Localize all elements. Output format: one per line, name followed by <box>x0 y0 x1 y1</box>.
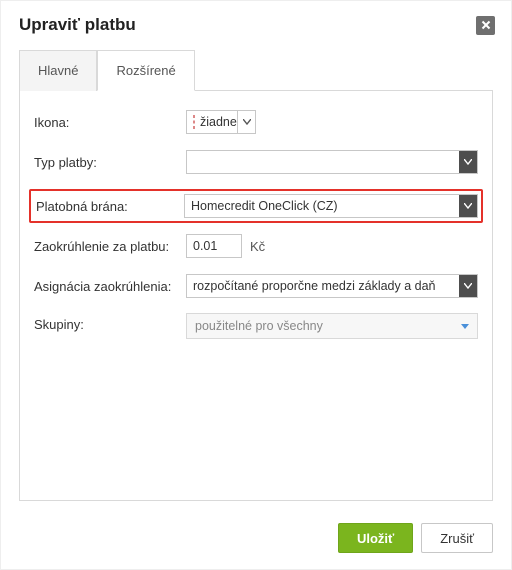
select-rounding-assign-value: rozpočítané proporčne medzi základy a da… <box>187 275 459 297</box>
close-button[interactable] <box>476 16 495 35</box>
chevron-down-icon <box>237 111 255 133</box>
label-groups: Skupiny: <box>34 313 186 332</box>
save-button[interactable]: Uložiť <box>338 523 413 553</box>
tabs: Hlavné Rozšírené <box>19 49 493 91</box>
select-payment-gateway-value: Homecredit OneClick (CZ) <box>185 195 459 217</box>
edit-payment-dialog: Upraviť platbu Hlavné Rozšírené Ikona: ž… <box>0 0 512 570</box>
highlight-payment-gateway: Platobná brána: Homecredit OneClick (CZ) <box>29 189 483 223</box>
tab-extended[interactable]: Rozšírené <box>97 50 194 91</box>
close-icon <box>481 20 491 30</box>
label-payment-type: Typ platby: <box>34 155 186 170</box>
select-icon-value: žiadne <box>187 111 237 133</box>
select-icon[interactable]: žiadne <box>186 110 256 134</box>
label-rounding-assign: Asignácia zaokrúhlenia: <box>34 279 186 294</box>
tab-main[interactable]: Hlavné <box>19 50 97 91</box>
row-icon: Ikona: žiadne <box>34 109 478 135</box>
select-groups-placeholder: použitelné pro všechny <box>195 319 323 333</box>
dialog-footer: Uložiť Zrušiť <box>1 511 511 569</box>
row-rounding-assign: Asignácia zaokrúhlenia: rozpočítané prop… <box>34 273 478 299</box>
dialog-title: Upraviť platbu <box>19 15 136 35</box>
rounding-unit: Kč <box>250 239 265 254</box>
select-payment-type[interactable] <box>186 150 478 174</box>
chevron-down-icon <box>459 195 477 217</box>
select-groups[interactable]: použitelné pro všechny <box>186 313 478 339</box>
cancel-button[interactable]: Zrušiť <box>421 523 493 553</box>
input-rounding[interactable] <box>186 234 242 258</box>
label-rounding: Zaokrúhlenie za platbu: <box>34 239 186 254</box>
row-payment-gateway: Platobná brána: Homecredit OneClick (CZ) <box>34 193 478 219</box>
form-extended: Ikona: žiadne Typ platby: <box>19 91 493 501</box>
select-rounding-assign[interactable]: rozpočítané proporčne medzi základy a da… <box>186 274 478 298</box>
row-groups: Skupiny: použitelné pro všechny <box>34 313 478 339</box>
row-rounding: Zaokrúhlenie za platbu: Kč <box>34 233 478 259</box>
label-payment-gateway: Platobná brána: <box>34 199 184 214</box>
dialog-body: Hlavné Rozšírené Ikona: žiadne Typ platb… <box>1 49 511 511</box>
chevron-down-icon <box>459 151 477 173</box>
chevron-down-icon <box>459 275 477 297</box>
select-payment-gateway[interactable]: Homecredit OneClick (CZ) <box>184 194 478 218</box>
row-payment-type: Typ platby: <box>34 149 478 175</box>
label-icon: Ikona: <box>34 115 186 130</box>
dialog-header: Upraviť platbu <box>1 1 511 49</box>
chevron-down-icon <box>461 324 469 329</box>
select-payment-type-value <box>187 151 459 173</box>
